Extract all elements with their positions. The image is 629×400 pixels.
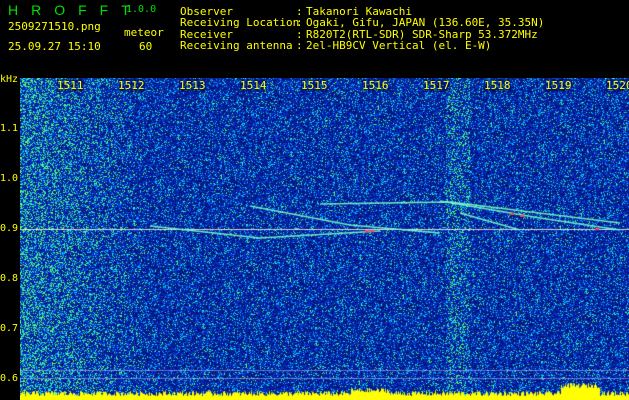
info-sep: :	[296, 39, 303, 52]
x-tick-label: 1514	[240, 79, 267, 92]
x-tick-label: 1516	[362, 79, 389, 92]
spectrogram	[20, 78, 629, 400]
mode-value: 60	[139, 40, 153, 53]
y-tick-label: 1.1	[0, 123, 19, 134]
app-logo: HROFFT	[8, 2, 143, 18]
y-tick-label: 0.6	[0, 373, 19, 384]
x-tick-label: 1511	[57, 79, 84, 92]
x-tick-label: 1512	[118, 79, 145, 92]
x-tick-label: 1513	[179, 79, 206, 92]
info-label: Receiving antenna	[180, 39, 293, 52]
filename: 2509271510.png	[8, 20, 101, 33]
x-tick-label: 1518	[484, 79, 511, 92]
y-axis-unit: kHz	[0, 74, 19, 85]
app-version: 1.0.0	[126, 4, 157, 15]
datetime: 25.09.27 15:10	[8, 40, 101, 53]
info-value: 2el-HB9CV Vertical (el. E-W)	[306, 39, 492, 52]
y-tick-label: 0.7	[0, 323, 19, 334]
mode-label: meteor	[124, 26, 164, 39]
x-tick-label: 1519	[545, 79, 572, 92]
x-tick-label: 1520	[606, 79, 629, 92]
y-tick-label: 0.8	[0, 273, 19, 284]
y-tick-label: 0.9	[0, 223, 19, 234]
x-tick-label: 1517	[423, 79, 450, 92]
x-tick-label: 1515	[301, 79, 328, 92]
y-tick-label: 1.0	[0, 173, 19, 184]
